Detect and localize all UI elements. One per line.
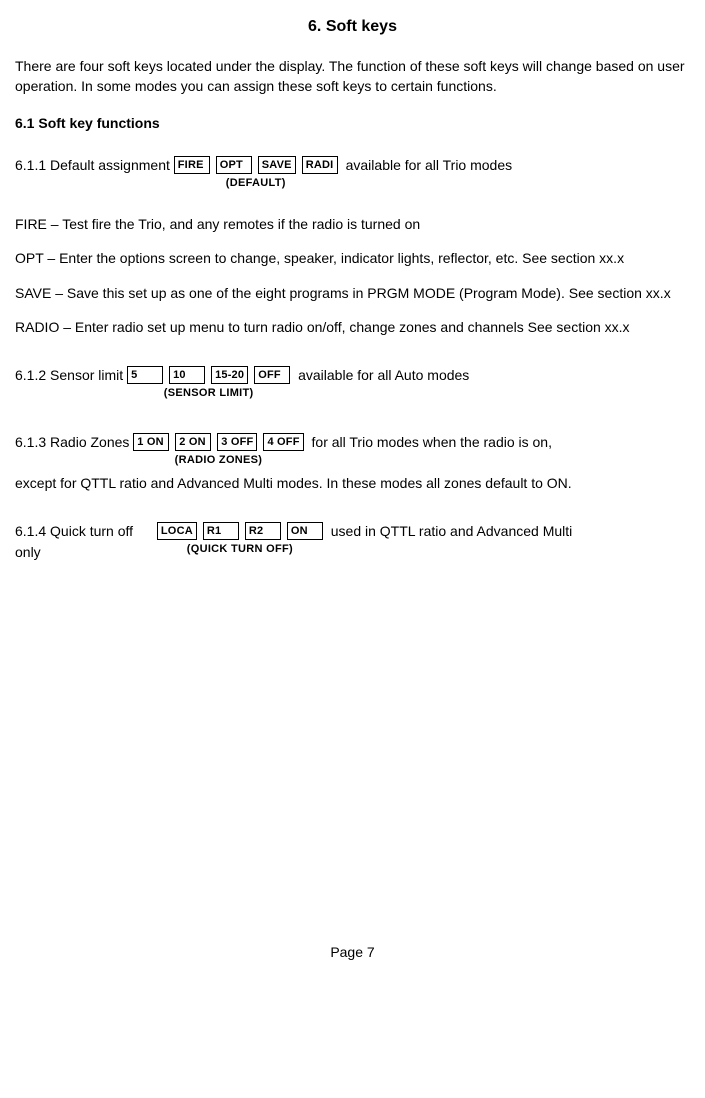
softkey-save: SAVE bbox=[258, 156, 296, 174]
caption-default: (DEFAULT) bbox=[174, 176, 338, 192]
keygroup-quick-turn-off: LOCA R1 R2 ON (QUICK TURN OFF) bbox=[157, 519, 323, 558]
softkey-opt: OPT bbox=[216, 156, 252, 174]
lead-6-1-4: 6.1.4 Quick turn off only bbox=[15, 521, 153, 562]
trail-6-1-1: available for all Trio modes bbox=[346, 157, 513, 173]
softkey-zone-3: 3 OFF bbox=[217, 433, 257, 451]
softkey-off: OFF bbox=[254, 366, 290, 384]
softkey-radi: RADI bbox=[302, 156, 338, 174]
softkey-fire: FIRE bbox=[174, 156, 210, 174]
keygroup-default: FIRE OPT SAVE RADI (DEFAULT) bbox=[174, 153, 338, 192]
lead-6-1-1: 6.1.1 Default assignment bbox=[15, 155, 170, 175]
page-footer: Page 7 bbox=[15, 942, 690, 962]
row-6-1-2: 6.1.2 Sensor limit 5 10 15-20 OFF (SENSO… bbox=[15, 365, 690, 402]
page-title: 6. Soft keys bbox=[15, 15, 690, 38]
keygroup-sensor-limit: 5 10 15-20 OFF (SENSOR LIMIT) bbox=[127, 363, 290, 402]
row-6-1-3: 6.1.3 Radio Zones 1 ON 2 ON 3 OFF 4 OFF … bbox=[15, 432, 690, 469]
section-6-1-heading: 6.1 Soft key functions bbox=[15, 113, 690, 133]
softkey-10: 10 bbox=[169, 366, 205, 384]
lead-6-1-4-line1: 6.1.4 Quick turn off bbox=[15, 523, 133, 539]
desc-opt: OPT – Enter the options screen to change… bbox=[15, 248, 690, 268]
desc-radio: RADIO – Enter radio set up menu to turn … bbox=[15, 317, 690, 337]
softkey-zone-4: 4 OFF bbox=[263, 433, 303, 451]
lead-6-1-4-line2: only bbox=[15, 544, 41, 560]
softkey-on: ON bbox=[287, 522, 323, 540]
desc-save: SAVE – Save this set up as one of the ei… bbox=[15, 283, 690, 303]
softkey-zone-1: 1 ON bbox=[133, 433, 169, 451]
lead-6-1-3: 6.1.3 Radio Zones bbox=[15, 432, 129, 452]
keygroup-radio-zones: 1 ON 2 ON 3 OFF 4 OFF (RADIO ZONES) bbox=[133, 430, 303, 469]
softkey-5: 5 bbox=[127, 366, 163, 384]
softkey-loca: LOCA bbox=[157, 522, 197, 540]
caption-sensor-limit: (SENSOR LIMIT) bbox=[127, 386, 290, 402]
softkey-r2: R2 bbox=[245, 522, 281, 540]
trail-6-1-2: available for all Auto modes bbox=[298, 367, 469, 383]
caption-quick-turn-off: (QUICK TURN OFF) bbox=[157, 542, 323, 558]
trail-6-1-3: for all Trio modes when the radio is on, bbox=[312, 434, 552, 450]
row-6-1-1: 6.1.1 Default assignment FIRE OPT SAVE R… bbox=[15, 155, 690, 192]
intro-paragraph: There are four soft keys located under t… bbox=[15, 56, 690, 97]
lead-6-1-2: 6.1.2 Sensor limit bbox=[15, 365, 123, 385]
trail-6-1-4: used in QTTL ratio and Advanced Multi bbox=[331, 523, 573, 539]
row-6-1-4: 6.1.4 Quick turn off only LOCA R1 R2 ON … bbox=[15, 521, 690, 562]
softkey-15-20: 15-20 bbox=[211, 366, 248, 384]
desc-fire: FIRE – Test fire the Trio, and any remot… bbox=[15, 214, 690, 234]
softkey-r1: R1 bbox=[203, 522, 239, 540]
caption-radio-zones: (RADIO ZONES) bbox=[133, 453, 303, 469]
cont-6-1-3: except for QTTL ratio and Advanced Multi… bbox=[15, 473, 690, 493]
softkey-zone-2: 2 ON bbox=[175, 433, 211, 451]
